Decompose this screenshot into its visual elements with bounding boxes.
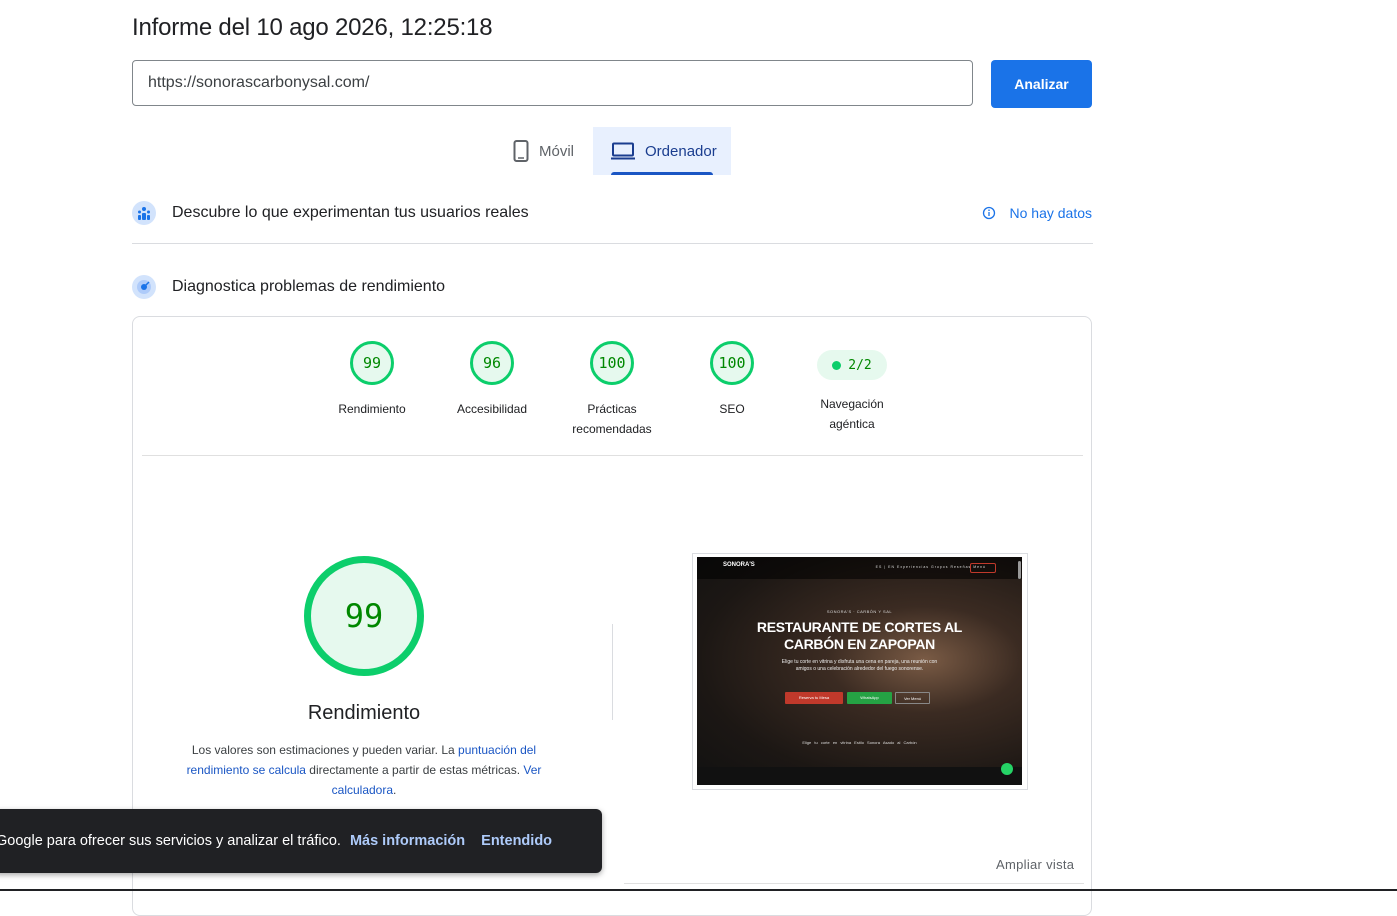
score-label: Navegación agéntica: [820, 397, 884, 431]
site-kicker: SONORA'S · CARBÓN Y SAL: [826, 609, 893, 614]
performance-note: Los valores son estimaciones y pueden va…: [182, 740, 546, 800]
final-screenshot: SONORA'S ES | EN Experiencias Grupos Res…: [697, 557, 1022, 785]
site-reserve-button: Reserva tu Mesa: [785, 692, 843, 704]
score-agentic[interactable]: 2/2 Navegación agéntica: [792, 341, 912, 434]
score-seo[interactable]: 100 SEO: [672, 341, 792, 419]
info-icon: [982, 206, 995, 220]
agentic-value: 2/2: [848, 357, 872, 373]
tab-desktop[interactable]: Ordenador: [593, 127, 731, 175]
expand-view-button[interactable]: Ampliar vista: [996, 857, 1074, 872]
note-text: .: [393, 783, 397, 797]
users-icon: [132, 201, 156, 225]
score-label: Accesibilidad: [456, 402, 528, 416]
url-input[interactable]: [132, 60, 973, 106]
site-menu-button: Ver Menú: [895, 692, 930, 704]
score-label: SEO: [719, 402, 745, 416]
toast-message: Google para ofrecer sus servicios y anal…: [0, 833, 341, 849]
score-label: Prácticas recomendadas: [572, 402, 652, 436]
score-best-practices[interactable]: 100 Prácticas recomendadas: [552, 341, 672, 439]
smartphone-icon: [513, 140, 529, 162]
tab-desktop-label: Ordenador: [645, 142, 717, 160]
site-footer: [697, 767, 1022, 785]
agentic-pill: 2/2: [817, 350, 887, 380]
report-title: Informe del 10 ago 2026, 12:25:18: [132, 14, 493, 41]
field-data-title: Descubre lo que experimentan tus usuario…: [172, 204, 529, 221]
site-scrollbar: [1018, 561, 1021, 579]
note-text: Los valores son estimaciones y pueden va…: [191, 743, 459, 757]
score-ring: 100: [710, 341, 754, 385]
analyze-button[interactable]: Analizar: [991, 60, 1092, 108]
performance-label: Rendimiento: [307, 702, 421, 724]
site-logo: SONORA'S: [723, 562, 755, 568]
score-ring: 100: [590, 341, 634, 385]
performance-gauge: 99: [304, 556, 424, 676]
score-label: Rendimiento: [338, 402, 406, 416]
whatsapp-icon: [1001, 763, 1013, 775]
diagnostics-section: Diagnostica problemas de rendimiento: [132, 274, 1092, 300]
score-accessibility[interactable]: 96 Accesibilidad: [432, 341, 552, 419]
site-headline: RESTAURANTE DE CORTES AL CARBÓN EN ZAPOP…: [756, 619, 963, 652]
score-performance[interactable]: 99 Rendimiento: [312, 341, 432, 419]
laptop-icon: [611, 142, 635, 160]
vertical-separator: [612, 624, 613, 720]
site-features: Elige tu corte en vitrina Estilo Sonora …: [802, 740, 917, 745]
no-data-label: No hay datos: [1009, 205, 1093, 221]
cookie-toast: Google para ofrecer sus servicios y anal…: [0, 809, 602, 873]
bottom-divider: [624, 883, 1084, 884]
more-info-link[interactable]: Más información: [350, 833, 465, 849]
tab-selected-indicator: [611, 172, 713, 175]
site-subtitle: Elige tu corte en vitrina y disfruta una…: [781, 659, 938, 672]
no-data-link[interactable]: No hay datos: [982, 205, 1093, 221]
score-ring: 96: [470, 341, 514, 385]
site-whatsapp-button: WhatsApp: [847, 692, 892, 704]
dismiss-button[interactable]: Entendido: [481, 833, 552, 849]
section-divider: [132, 243, 1093, 244]
score-ring: 99: [350, 341, 394, 385]
field-data-section: Descubre lo que experimentan tus usuario…: [132, 200, 1092, 226]
pass-dot: [832, 360, 842, 370]
card-divider: [142, 455, 1083, 456]
radar-icon: [132, 275, 156, 299]
tab-mobile[interactable]: Móvil: [505, 127, 591, 175]
note-text: directamente a partir de estas métricas.: [305, 763, 524, 777]
site-nav-button: [970, 563, 996, 573]
diagnostics-title: Diagnostica problemas de rendimiento: [172, 278, 446, 295]
tab-mobile-label: Móvil: [539, 142, 575, 160]
